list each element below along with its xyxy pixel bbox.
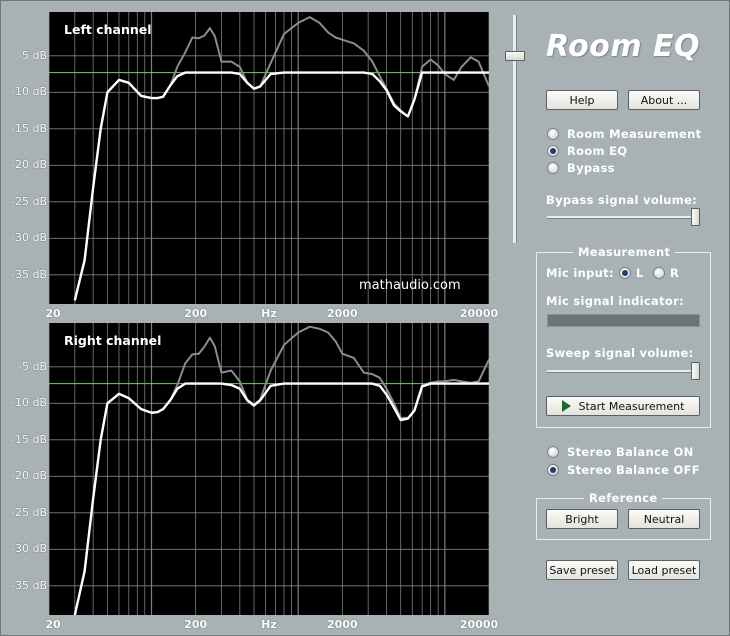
bypass-volume-label: Bypass signal volume: (546, 193, 698, 207)
radio-mic-left[interactable] (619, 267, 631, 279)
left-frequency-axis: 20 200 Hz 2000 20000 (45, 307, 498, 321)
frequency-tick-label: 2000 (327, 307, 358, 320)
frequency-tick-label: 20 (45, 618, 61, 631)
db-tick-label: -25 dB (11, 505, 47, 519)
sweep-volume-label: Sweep signal volume: (546, 346, 694, 360)
left-channel-plot: Left channel mathaudio.com (49, 12, 489, 304)
mic-input-right[interactable]: R (653, 266, 679, 280)
radio-room-eq[interactable] (547, 145, 559, 157)
mode-room-measurement-label: Room Measurement (567, 127, 702, 141)
db-tick-label: -35 dB (11, 578, 47, 592)
help-button[interactable]: Help (546, 90, 618, 110)
watermark-text: mathaudio.com (359, 278, 461, 293)
about-button[interactable]: About ... (628, 90, 700, 110)
frequency-tick-label: 2000 (327, 618, 358, 631)
radio-mic-right[interactable] (653, 267, 665, 279)
left-db-axis: -5 dB -10 dB -15 dB -20 dB -25 dB -30 dB -35 d… (1, 12, 47, 304)
radio-stereo-off[interactable] (547, 464, 559, 476)
left-channel-chart (49, 12, 489, 304)
mode-room-eq[interactable]: Room EQ (547, 144, 627, 158)
radio-bypass[interactable] (547, 162, 559, 174)
right-channel-title: Right channel (64, 333, 162, 348)
mic-input-left[interactable]: L (619, 266, 644, 280)
mic-right-label: R (670, 266, 680, 280)
app-title: Room EQ (546, 29, 701, 64)
stereo-off-label: Stereo Balance OFF (567, 463, 700, 477)
frequency-tick-label: 20 (45, 307, 61, 320)
start-measurement-label: Start Measurement (578, 399, 685, 413)
app-window: Left channel mathaudio.com -5 dB -10 dB -1… (0, 0, 730, 636)
db-tick-label: -5 dB (18, 359, 47, 373)
start-measurement-button[interactable]: Start Measurement (546, 396, 700, 416)
db-tick-label: -30 dB (11, 542, 47, 556)
frequency-tick-label: Hz (261, 618, 277, 631)
master-slider-track[interactable] (513, 15, 517, 243)
measurement-group-title: Measurement (573, 245, 676, 259)
mode-bypass-label: Bypass (567, 161, 615, 175)
radio-room-measurement[interactable] (547, 128, 559, 140)
stereo-balance-on[interactable]: Stereo Balance ON (547, 445, 694, 459)
frequency-tick-label: 20000 (459, 307, 499, 320)
bright-button[interactable]: Bright (546, 509, 618, 529)
mic-left-label: L (636, 266, 644, 280)
right-channel-chart (49, 323, 489, 615)
bypass-volume-track[interactable] (547, 216, 700, 219)
mic-signal-indicator-label: Mic signal indicator: (546, 294, 684, 308)
neutral-button[interactable]: Neutral (628, 509, 700, 529)
frequency-tick-label: 200 (184, 618, 208, 631)
frequency-tick-label: Hz (261, 307, 277, 320)
sweep-volume-track[interactable] (547, 370, 700, 373)
db-tick-label: -5 dB (18, 48, 47, 62)
db-tick-label: -25 dB (11, 194, 47, 208)
frequency-tick-label: 200 (184, 307, 208, 320)
stereo-on-label: Stereo Balance ON (567, 445, 694, 459)
mode-bypass[interactable]: Bypass (547, 161, 615, 175)
mode-room-measurement[interactable]: Room Measurement (547, 127, 701, 141)
play-icon (561, 400, 571, 412)
db-tick-label: -30 dB (11, 231, 47, 245)
right-frequency-axis: 20 200 Hz 2000 20000 (45, 618, 498, 632)
db-tick-label: -10 dB (11, 396, 47, 410)
db-tick-label: -35 dB (11, 267, 47, 281)
right-db-axis: -5 dB -10 dB -15 dB -20 dB -25 dB -30 dB -35 d… (1, 323, 47, 615)
db-tick-label: -15 dB (11, 432, 47, 446)
radio-stereo-on[interactable] (547, 446, 559, 458)
db-tick-label: -15 dB (11, 121, 47, 135)
right-channel-plot: Right channel (49, 323, 489, 615)
bypass-volume-thumb[interactable] (691, 208, 700, 226)
load-preset-button[interactable]: Load preset (628, 560, 700, 580)
db-tick-label: -20 dB (11, 469, 47, 483)
reference-group-title: Reference (584, 491, 663, 505)
sweep-volume-thumb[interactable] (691, 362, 700, 380)
mic-input-label: Mic input: (546, 266, 614, 280)
master-slider-thumb[interactable] (505, 51, 525, 62)
stereo-balance-off[interactable]: Stereo Balance OFF (547, 463, 700, 477)
db-tick-label: -10 dB (11, 85, 47, 99)
mic-signal-indicator (547, 314, 700, 327)
left-channel-title: Left channel (64, 22, 152, 37)
save-preset-button[interactable]: Save preset (546, 560, 618, 580)
frequency-tick-label: 20000 (459, 618, 499, 631)
db-tick-label: -20 dB (11, 158, 47, 172)
mode-room-eq-label: Room EQ (567, 144, 628, 158)
